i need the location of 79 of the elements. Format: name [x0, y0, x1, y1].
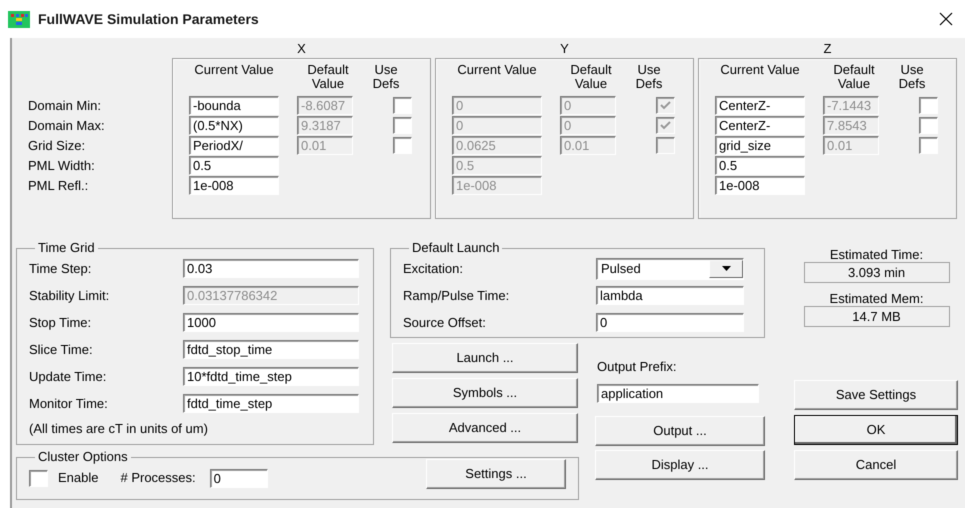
output-prefix-field[interactable]: application [597, 384, 759, 402]
checkmark-icon [660, 120, 671, 130]
dialog-button[interactable]: Cancel [794, 450, 958, 480]
column-header: Default Value [306, 63, 350, 93]
dialog-button[interactable]: Symbols ... [392, 378, 578, 408]
estimate-value: 3.093 min [804, 262, 950, 283]
column-header: Use Defs [634, 63, 664, 93]
dialog-button[interactable]: OK [794, 415, 958, 445]
row-label: Domain Max: [28, 117, 105, 136]
current-value-field[interactable]: CenterZ- [715, 96, 805, 114]
dialog-button[interactable]: Save Settings [794, 380, 958, 410]
checkbox[interactable] [393, 136, 412, 154]
checkbox-label: Enable [58, 469, 98, 488]
current-value-field[interactable]: PeriodX/ [189, 136, 279, 154]
app-icon [8, 10, 30, 28]
field-label: Slice Time: [29, 340, 94, 359]
time-field[interactable]: 1000 [183, 313, 359, 332]
group-title: Default Launch [411, 241, 500, 255]
row-label: PML Refl.: [28, 177, 88, 196]
checkbox[interactable] [29, 470, 48, 486]
window-title: FullWAVE Simulation Parameters [38, 10, 259, 28]
current-value-field[interactable]: -bounda [189, 96, 279, 114]
field-label: Source Offset: [403, 314, 487, 332]
group-title: Time Grid [37, 241, 96, 255]
dialog-button[interactable]: Launch ... [392, 343, 578, 373]
current-value-field[interactable]: 1e-008 [715, 176, 805, 194]
current-value-field[interactable]: 0.5 [715, 156, 805, 174]
time-field[interactable]: fdtd_stop_time [183, 340, 359, 359]
dropdown-arrow-icon [722, 266, 730, 271]
checkbox[interactable] [919, 136, 938, 154]
field-label: Time Step: [29, 260, 92, 278]
dialog-button[interactable]: Display ... [595, 450, 765, 480]
processes-field[interactable]: 0 [210, 468, 268, 488]
estimate-label: Estimated Time: [830, 247, 924, 262]
launch-field[interactable]: lambda [596, 286, 744, 305]
estimate-label: Estimated Mem: [830, 291, 924, 306]
current-value-field[interactable]: 1e-008 [189, 176, 279, 194]
field-label: Monitor Time: [29, 394, 109, 413]
axis-label: Y [560, 40, 569, 58]
time-field[interactable]: 0.03 [183, 259, 359, 278]
field-label: Update Time: [29, 368, 108, 386]
column-header: Default Value [832, 63, 876, 93]
dialog-button[interactable]: Advanced ... [392, 413, 578, 443]
checkbox[interactable] [393, 96, 412, 114]
checkbox[interactable] [393, 116, 412, 134]
current-value-field[interactable]: CenterZ- [715, 116, 805, 134]
column-header: Current Value [456, 63, 538, 79]
time-field[interactable]: 10*fdtd_time_step [183, 367, 359, 386]
launch-field[interactable]: 0 [596, 313, 744, 332]
field-label: Stop Time: [29, 314, 92, 332]
column-header: Default Value [569, 63, 613, 93]
column-header: Use Defs [898, 63, 926, 93]
checkmark-icon [660, 100, 671, 110]
axis-label: Z [824, 40, 832, 58]
row-label: Grid Size: [28, 137, 86, 156]
dialog-button[interactable]: Settings ... [426, 459, 566, 489]
units-note: (All times are cT in units of um) [29, 420, 209, 438]
row-label: PML Width: [28, 157, 95, 176]
current-value-field[interactable]: 0.5 [189, 156, 279, 174]
column-header: Current Value [719, 63, 801, 79]
field-label: Stability Limit: [29, 286, 110, 305]
row-label: Domain Min: [28, 97, 101, 116]
excitation-dropdown[interactable]: Pulsed [596, 258, 744, 280]
close-icon[interactable] [939, 12, 953, 26]
estimate-value: 14.7 MB [804, 306, 950, 327]
checkbox[interactable] [919, 96, 938, 114]
column-header: Use Defs [372, 63, 400, 93]
current-value-field[interactable]: (0.5*NX) [189, 116, 279, 134]
column-header: Current Value [193, 63, 275, 79]
field-label: Ramp/Pulse Time: [403, 286, 510, 305]
field-label: Excitation: [403, 260, 464, 278]
time-field[interactable]: fdtd_time_step [183, 394, 359, 413]
dialog-button[interactable]: Output ... [595, 416, 765, 446]
current-value-field[interactable]: grid_size [715, 136, 805, 154]
field-label: Output Prefix: [597, 358, 678, 376]
group-title: Cluster Options [37, 450, 129, 464]
checkbox[interactable] [919, 116, 938, 134]
axis-label: X [297, 40, 306, 58]
field-label: # Processes: [120, 469, 196, 488]
